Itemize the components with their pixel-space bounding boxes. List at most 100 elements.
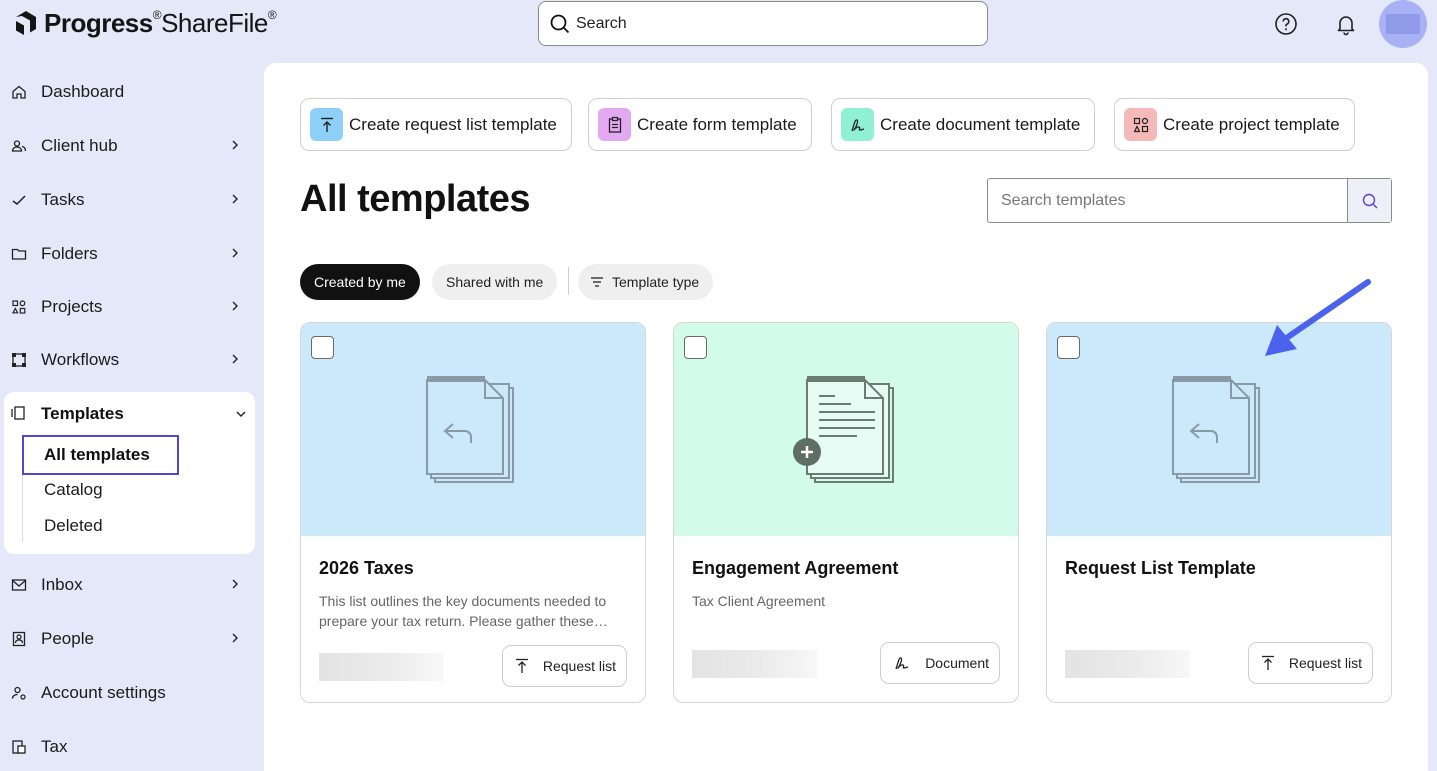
create-project-template-button[interactable]: Create project template <box>1114 98 1355 151</box>
template-card-request-list-template[interactable]: Request List Template Request list <box>1046 322 1392 703</box>
project-shapes-icon <box>1124 108 1157 141</box>
filter-divider <box>568 267 569 295</box>
template-card-2026-taxes[interactable]: 2026 Taxes This list outlines the key do… <box>300 322 646 703</box>
home-icon <box>10 83 28 101</box>
template-search-box[interactable]: Search templates <box>987 178 1392 223</box>
sidebar-item-label: Templates <box>41 404 124 423</box>
sidebar-item-projects[interactable]: Projects <box>10 287 250 327</box>
sidebar-item-folders[interactable]: Folders <box>10 234 250 274</box>
card-description: This list outlines the key documents nee… <box>319 593 608 629</box>
upload-icon <box>515 658 528 673</box>
template-search-input[interactable]: Search templates <box>988 179 1347 222</box>
sidebar-item-label: Projects <box>41 297 103 316</box>
chevron-right-icon <box>232 354 238 364</box>
sidebar-item-tasks[interactable]: Tasks <box>10 180 250 220</box>
template-search-button[interactable] <box>1347 179 1391 222</box>
create-document-template-button[interactable]: Create document template <box>831 98 1096 151</box>
sidebar-item-templates[interactable]: Templates <box>10 394 250 434</box>
filter-created-by-me[interactable]: Created by me <box>300 264 420 300</box>
sidebar-item-label: Dashboard <box>41 82 125 101</box>
filter-icon <box>591 277 603 287</box>
card-owner-redacted <box>319 653 444 681</box>
folder-icon <box>10 245 28 263</box>
chevron-right-icon <box>232 301 238 311</box>
create-request-list-template-button[interactable]: Create request list template <box>300 98 572 151</box>
card-title: Engagement Agreement <box>692 558 899 578</box>
users-icon <box>10 137 28 155</box>
card-title: 2026 Taxes <box>319 558 414 578</box>
avatar-redacted <box>1386 14 1420 34</box>
card-type-label: Document <box>925 655 989 671</box>
card-type-label: Request list <box>1288 655 1362 671</box>
document-illustration-icon <box>793 375 894 483</box>
templates-icon <box>10 405 28 423</box>
sidebar-item-workflows[interactable]: Workflows <box>10 340 250 380</box>
notifications-bell-icon[interactable] <box>1334 12 1358 36</box>
sidebar-item-label: People <box>41 629 94 648</box>
card-title: Request List Template <box>1065 558 1256 578</box>
create-button-label: Create document template <box>880 114 1081 134</box>
create-form-template-button[interactable]: Create form template <box>588 98 812 151</box>
sidebar-item-client-hub[interactable]: Client hub <box>10 126 250 166</box>
card-type-label: Request list <box>542 658 616 674</box>
page-title: All templates <box>300 178 531 220</box>
search-icon <box>1362 193 1377 208</box>
create-button-label: Create project template <box>1163 114 1340 134</box>
chevron-right-icon <box>232 633 238 643</box>
check-icon <box>10 191 28 209</box>
filter-template-type[interactable]: Template type <box>578 264 714 300</box>
progress-logo-icon <box>16 11 36 35</box>
create-button-label: Create form template <box>637 114 797 134</box>
card-type-badge: Document <box>880 642 1000 684</box>
sidebar-item-people[interactable]: People <box>10 619 250 659</box>
projects-icon <box>10 298 28 316</box>
clipboard-icon <box>598 108 631 141</box>
help-icon[interactable] <box>1274 12 1298 36</box>
sidebar-item-label: Inbox <box>41 575 83 594</box>
sidebar-subitem-all-templates[interactable]: All templates <box>22 435 179 475</box>
sidebar-item-inbox[interactable]: Inbox <box>10 565 250 605</box>
search-label: Search <box>576 14 627 32</box>
tax-icon <box>10 738 28 756</box>
filter-shared-with-me[interactable]: Shared with me <box>432 264 558 300</box>
sidebar-subitem-deleted[interactable]: Deleted <box>44 516 103 536</box>
signature-icon <box>895 657 909 670</box>
filter-label: Template type <box>612 274 700 290</box>
sidebar-item-tax[interactable]: Tax <box>10 727 250 767</box>
chevron-right-icon <box>232 194 238 204</box>
sidebar-item-dashboard[interactable]: Dashboard <box>10 72 250 112</box>
sidebar-item-label: Tax <box>41 737 68 756</box>
brand-name: Progress®ShareFile® <box>44 7 277 38</box>
global-search-input[interactable]: Search <box>538 1 988 46</box>
workflows-icon <box>10 351 28 369</box>
sidebar-item-label: Folders <box>41 244 98 263</box>
sidebar-templates-group: Templates All templates Catalog Deleted <box>4 392 255 554</box>
card-thumbnail <box>674 323 1018 536</box>
people-icon <box>10 630 28 648</box>
request-list-illustration-icon <box>426 375 514 483</box>
template-card-engagement-agreement[interactable]: Engagement Agreement Tax Client Agreemen… <box>673 322 1019 703</box>
inbox-icon <box>10 576 28 594</box>
chevron-down-icon <box>236 411 246 417</box>
signature-icon <box>841 108 874 141</box>
sidebar-item-label: Account settings <box>41 683 166 702</box>
create-button-label: Create request list template <box>349 114 557 134</box>
user-avatar[interactable] <box>1379 0 1427 48</box>
sidebar-item-label: Client hub <box>41 136 118 155</box>
sidebar-item-label: Tasks <box>41 190 85 209</box>
card-owner-redacted <box>692 650 817 678</box>
card-checkbox[interactable] <box>1057 336 1080 359</box>
card-thumbnail <box>301 323 645 536</box>
account-settings-icon <box>10 684 28 702</box>
upload-icon <box>1261 655 1274 670</box>
sidebar-subitem-catalog[interactable]: Catalog <box>44 480 103 500</box>
upload-icon <box>310 108 343 141</box>
search-icon <box>550 14 570 33</box>
progress-sharefile-logo[interactable]: Progress®ShareFile® <box>12 6 277 40</box>
card-checkbox[interactable] <box>311 336 334 359</box>
card-description: Tax Client Agreement <box>692 593 826 609</box>
sidebar-item-account-settings[interactable]: Account settings <box>10 673 250 713</box>
card-checkbox[interactable] <box>684 336 707 359</box>
card-owner-redacted <box>1065 650 1190 678</box>
request-list-illustration-icon <box>1172 375 1260 483</box>
